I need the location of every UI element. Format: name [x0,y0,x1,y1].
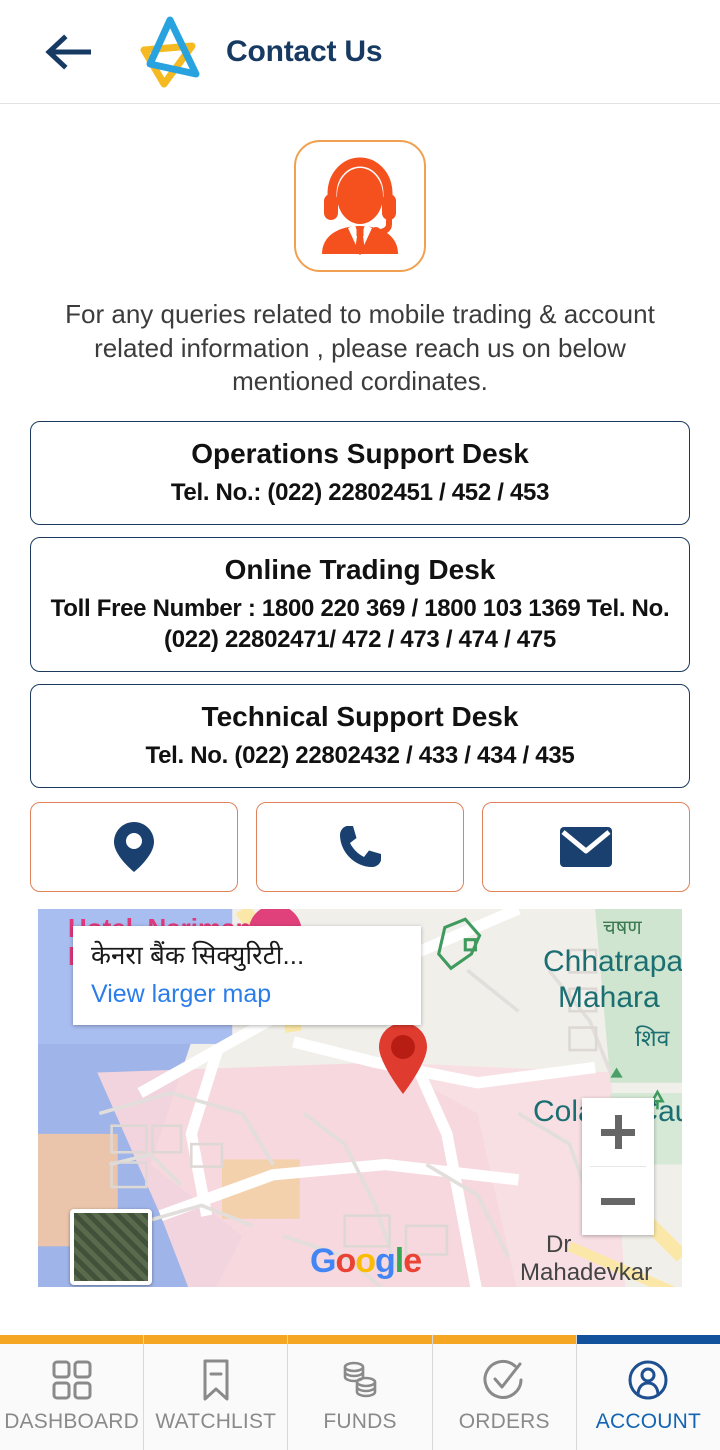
map-embed[interactable]: Hotel, Nariman Point, Mumbai चषण Chhatra… [38,909,682,1288]
headset-support-agent-icon [322,157,398,255]
card-title: Technical Support Desk [201,701,519,733]
brand-triangles-logo [116,16,212,88]
nav-item-watchlist[interactable]: WATCHLIST [144,1335,289,1450]
view-larger-map-link[interactable]: View larger map [91,980,403,1009]
card-subtitle: Toll Free Number : 1800 220 369 / 1800 1… [50,594,670,653]
check-circle-icon [482,1358,526,1402]
phone-icon [340,826,381,868]
bookmark-icon [195,1358,237,1402]
map-place-card[interactable]: केनरा बैंक सिक्युरिटी... View larger map [73,926,421,1025]
map-zoom-out-button[interactable] [582,1167,654,1235]
email-button[interactable] [482,802,690,893]
card-subtitle: Tel. No. (022) 22802432 / 433 / 434 / 43… [145,742,575,770]
map-marker[interactable] [375,1021,431,1100]
nav-label: WATCHLIST [155,1409,277,1433]
nav-label: FUNDS [323,1409,397,1433]
google-attribution: Google [310,1242,422,1281]
app-header: Contact Us [0,0,720,104]
card-subtitle: Tel. No.: (022) 22802451 / 452 / 453 [170,478,550,506]
card-title: Online Trading Desk [224,553,496,585]
nav-label: DASHBOARD [4,1409,140,1433]
contact-cards: Operations Support Desk Tel. No.: (022) … [30,420,690,789]
contact-card-operations: Operations Support Desk Tel. No.: (022) … [30,420,690,525]
card-title: Operations Support Desk [191,437,529,469]
nav-item-dashboard[interactable]: DASHBOARD [0,1335,145,1450]
back-button[interactable] [40,24,96,80]
map-pin-icon [379,1023,427,1095]
coins-icon [338,1358,382,1402]
user-circle-icon [626,1358,670,1402]
bottom-navigation: DASHBOARD WATCHLIST FUNDS ORDERS ACCOUNT [0,1335,720,1450]
nav-label: ACCOUNT [595,1409,702,1433]
quick-action-row [30,802,690,893]
nav-item-orders[interactable]: ORDERS [432,1335,577,1450]
page-title: Contact Us [226,34,383,68]
contact-card-online-trading: Online Trading Desk Toll Free Number : 1… [30,536,690,673]
map-zoom-controls[interactable] [582,1098,654,1236]
nav-label: ORDERS [458,1409,550,1433]
page-content: For any queries related to mobile tradin… [0,104,720,1335]
call-button[interactable] [256,802,464,893]
contact-card-technical-support: Technical Support Desk Tel. No. (022) 22… [30,684,690,789]
arrow-left-icon [45,33,91,70]
nav-item-funds[interactable]: FUNDS [288,1335,433,1450]
location-button[interactable] [30,802,238,893]
location-pin-icon [114,822,154,873]
envelope-icon [560,827,612,868]
support-agent-badge [294,140,426,272]
map-zoom-in-button[interactable] [582,1098,654,1166]
grid-icon [51,1358,93,1402]
map-place-name: केनरा बैंक सिक्युरिटी... [91,940,305,971]
contact-us-screen: Contact Us For any queries related to mo… [0,0,720,1450]
map-satellite-toggle[interactable] [70,1209,152,1286]
nav-item-account[interactable]: ACCOUNT [576,1335,720,1450]
intro-text: For any queries related to mobile tradin… [65,299,655,397]
